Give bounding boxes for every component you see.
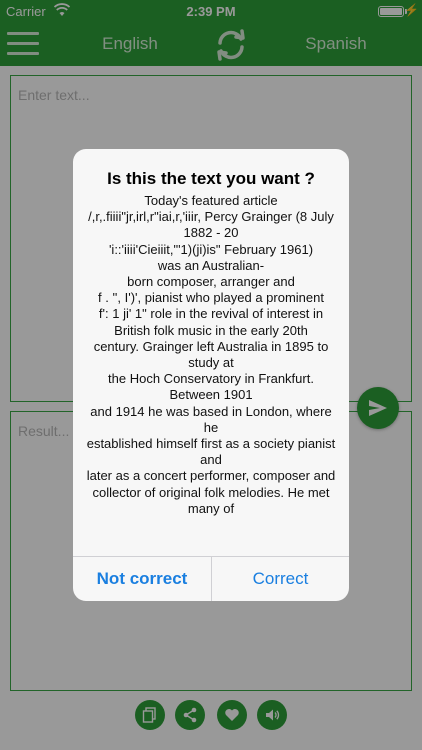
message-line: British folk music in the early 20th (114, 322, 308, 338)
dialog-message[interactable]: Today's featured article /,r,.fiiii"jr,i… (85, 193, 337, 539)
correct-button[interactable]: Correct (212, 557, 349, 601)
message-line: collector of original folk melodies. He … (92, 484, 330, 516)
confirm-text-dialog: Is this the text you want ? Today's feat… (73, 149, 349, 601)
message-line: f . '', I')', pianist who played a promi… (98, 290, 324, 306)
message-line: the Hoch Conservatory in Frankfurt. Betw… (108, 371, 314, 403)
message-line: and 1914 he was based in London, where h… (90, 403, 332, 435)
message-line: 'i::'iiii'Cieiiit,"'1)(ji)is" February 1… (108, 241, 314, 257)
message-line: Today's featured article (144, 193, 278, 208)
message-line: was an Australian- (157, 257, 265, 273)
message-line: born composer, arranger and (127, 274, 295, 290)
message-line: f': 1 ji' 1" role in the revival of inte… (98, 306, 324, 322)
dialog-title: Is this the text you want ? (107, 169, 315, 188)
not-correct-button[interactable]: Not correct (73, 557, 211, 601)
message-line: established himself first as a society p… (86, 436, 336, 468)
message-line: century. Grainger left Australia in 1895… (93, 338, 329, 371)
message-line: later as a concert performer, composer a… (86, 468, 336, 484)
message-line: /,r,.fiiii"jr,irl,r"iai,r,'iiir, Percy G… (88, 209, 334, 241)
